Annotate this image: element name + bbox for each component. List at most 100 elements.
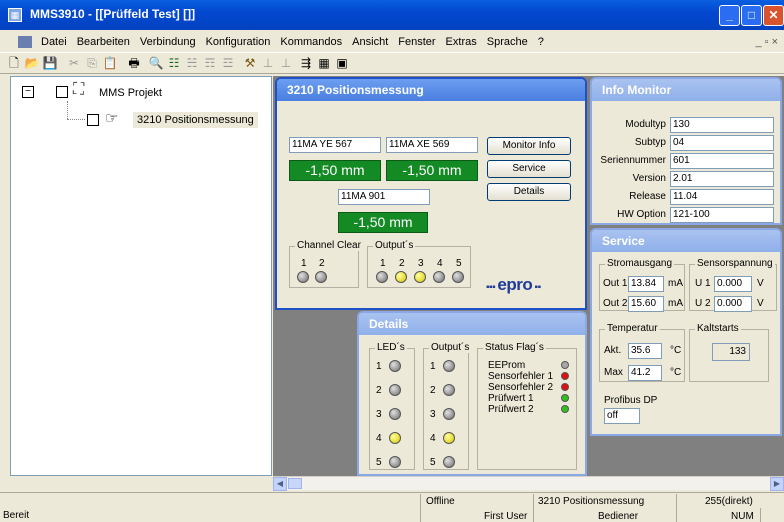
channel-clear-lamp-1[interactable]: [297, 271, 309, 283]
status-user: First User: [484, 511, 528, 522]
monitor-icon[interactable]: ▣: [334, 56, 350, 71]
project-tree: − ⛶ MMS Projekt ☞ 3210 Positionsmessung: [10, 76, 272, 476]
info-row-value: 121-100: [670, 207, 774, 223]
status-ready: Bereit: [3, 510, 30, 521]
cut-icon[interactable]: ✂: [66, 56, 82, 71]
channel-clear-group: Channel Clear 1 2: [289, 240, 363, 288]
tree-child-label[interactable]: 3210 Positionsmessung: [133, 112, 258, 128]
paste-icon[interactable]: 📋: [102, 56, 118, 71]
tool-icon-1[interactable]: ☷: [166, 56, 182, 71]
status-flag-lamp-sensorfehler1: [561, 372, 569, 380]
profibus-label: Profibus DP: [604, 395, 658, 406]
led-lamp-5: [389, 456, 401, 468]
save-icon[interactable]: 💾: [42, 56, 58, 71]
details-title[interactable]: Details: [359, 313, 585, 335]
output-lamp-2: [395, 271, 407, 283]
menu-bar: Datei Bearbeiten Verbindung Konfiguration Ko…: [0, 34, 784, 52]
kaltstarts-value: 133: [712, 343, 750, 361]
tool-icon-2[interactable]: ☵: [184, 56, 200, 71]
position-window[interactable]: 3210 Positionsmessung 11MA YE 567 11MA X…: [275, 77, 587, 310]
led-number: 5: [376, 457, 382, 468]
channel-clear-number: 1: [301, 258, 307, 269]
open-folder-icon[interactable]: 📂: [24, 56, 40, 71]
menu-konfiguration[interactable]: Konfiguration: [201, 34, 276, 50]
new-file-icon[interactable]: 🗋: [6, 56, 22, 71]
toolbar: 🗋 📂 💾 ✂ ⎘ 📋 🖶 🔍 ☷ ☵ ☶ ☲ ⚒ ⊥ ⊥ ⇶ ▦ ▣: [0, 52, 784, 74]
info-row-label: Subtyp: [634, 137, 666, 148]
service-button[interactable]: Service: [487, 160, 571, 178]
minimize-button[interactable]: _: [719, 5, 740, 26]
info-row-label: Version: [632, 173, 666, 184]
mdi-window-controls[interactable]: _ ▫ ×: [755, 36, 778, 48]
temp-akt-label: Akt.: [604, 345, 622, 356]
details-button[interactable]: Details: [487, 183, 571, 201]
tool-icon-3[interactable]: ☶: [202, 56, 218, 71]
details-output-number: 1: [430, 361, 436, 372]
menu-sprache[interactable]: Sprache: [482, 34, 533, 50]
document-menu-icon[interactable]: [18, 36, 32, 49]
tree-root-checkbox[interactable]: [56, 86, 68, 98]
position-window-title[interactable]: 3210 Positionsmessung: [277, 79, 585, 101]
sensor1-value: -1,50 mm: [289, 160, 381, 181]
stromausgang-label: Stromausgang: [605, 258, 675, 269]
out1-label: Out 1: [603, 278, 628, 289]
wrench-icon[interactable]: ⚒: [242, 56, 258, 71]
info-monitor-title[interactable]: Info Monitor: [592, 79, 780, 101]
menu-bearbeiten[interactable]: Bearbeiten: [72, 34, 135, 50]
info-row-value: 2.01: [670, 171, 774, 187]
scroll-right-arrow[interactable]: ▶: [770, 477, 784, 491]
disconnect-icon[interactable]: ⊥: [278, 56, 294, 71]
monitor-info-button[interactable]: Monitor Info: [487, 137, 571, 155]
output-number: 4: [437, 258, 443, 269]
sensor3-value: -1,50 mm: [338, 212, 428, 233]
connect-icon[interactable]: ⊥: [260, 56, 276, 71]
sensor2-name: 11MA XE 569: [386, 137, 478, 153]
info-monitor-window[interactable]: Info Monitor Modultyp 130 Subtyp 04 Seriennu…: [590, 77, 782, 225]
menu-help[interactable]: ?: [533, 34, 549, 50]
output-number: 3: [418, 258, 424, 269]
service-window[interactable]: Service Stromausgang Out 1 13.84 mA Out …: [590, 228, 782, 436]
maximize-button[interactable]: □: [741, 5, 762, 26]
led-number: 1: [376, 361, 382, 372]
menu-extras[interactable]: Extras: [441, 34, 482, 50]
details-output-number: 3: [430, 409, 436, 420]
sensor2-value: -1,50 mm: [386, 160, 478, 181]
tool-icon-4[interactable]: ☲: [220, 56, 236, 71]
menu-datei[interactable]: Datei: [36, 34, 72, 50]
menu-verbindung[interactable]: Verbindung: [135, 34, 201, 50]
grid-icon[interactable]: ▦: [316, 56, 332, 71]
details-output-lamp-3: [443, 408, 455, 420]
status-role: Bediener: [598, 511, 639, 522]
transfer-icon[interactable]: ⇶: [298, 56, 314, 71]
channel-clear-lamp-2[interactable]: [315, 271, 327, 283]
temp-max-value: 41.2: [628, 365, 662, 381]
info-row-label: Modultyp: [625, 119, 666, 130]
output-lamp-1: [376, 271, 388, 283]
tree-root-label[interactable]: MMS Projekt: [99, 87, 162, 99]
tree-collapse-toggle[interactable]: −: [22, 86, 34, 98]
led-number: 2: [376, 385, 382, 396]
service-title[interactable]: Service: [592, 230, 780, 252]
title-bar[interactable]: ▦ MMS3910 - [[Prüffeld Test] []] _ □ ✕: [0, 0, 784, 30]
status-separator: [760, 508, 761, 522]
status-flag-label: EEProm: [488, 360, 526, 371]
scroll-thumb[interactable]: [288, 478, 302, 489]
output-lamp-5: [452, 271, 464, 283]
out2-unit: mA: [668, 298, 683, 309]
menu-fenster[interactable]: Fenster: [393, 34, 440, 50]
sensorspannung-group: Sensorspannung U 1 0.000 V U 2 0.000 V: [689, 258, 777, 312]
tree-child-checkbox[interactable]: [87, 114, 99, 126]
scroll-left-arrow[interactable]: ◀: [273, 477, 287, 491]
menu-ansicht[interactable]: Ansicht: [347, 34, 393, 50]
workspace-scrollbar[interactable]: ◀ ▶: [273, 476, 784, 491]
print-icon[interactable]: 🖶: [126, 56, 142, 71]
leds-group: LED´s 1 2 3 4 5: [369, 342, 415, 470]
profibus-value: off: [604, 408, 640, 424]
close-button[interactable]: ✕: [763, 5, 784, 26]
search-icon[interactable]: 🔍: [148, 56, 164, 71]
output-number: 2: [399, 258, 405, 269]
status-address: 255(direkt): [705, 496, 753, 507]
details-window[interactable]: Details LED´s 1 2 3 4 5 Output´s 1 2 3 4…: [357, 311, 587, 476]
copy-icon[interactable]: ⎘: [84, 56, 100, 71]
menu-kommandos[interactable]: Kommandos: [275, 34, 347, 50]
